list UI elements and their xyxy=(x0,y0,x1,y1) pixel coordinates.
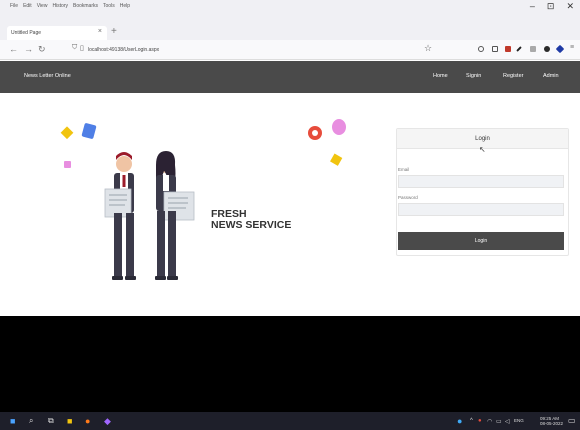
tab-strip: Untitled Page × + xyxy=(0,12,580,40)
nav-home[interactable]: Home xyxy=(433,73,448,79)
email-field[interactable] xyxy=(398,175,564,188)
url-text: localhost:49138/UserLogin.aspx xyxy=(88,47,160,53)
menu-history[interactable]: History xyxy=(52,3,68,9)
language-indicator[interactable]: ENG xyxy=(514,418,524,423)
nav-admin[interactable]: Admin xyxy=(543,73,559,79)
menu-tools[interactable]: Tools xyxy=(103,3,115,9)
firefox-icon[interactable]: ● xyxy=(85,416,90,426)
password-field[interactable] xyxy=(398,203,564,216)
new-tab-button[interactable]: + xyxy=(111,26,117,37)
volume-icon[interactable]: ◁ xyxy=(505,418,510,425)
visual-studio-icon[interactable]: ◆ xyxy=(104,416,111,427)
extension-dark-icon[interactable] xyxy=(544,46,550,52)
search-icon[interactable]: ⌕ xyxy=(29,416,33,426)
battery-icon[interactable]: ▭ xyxy=(496,418,502,425)
login-button[interactable]: Login xyxy=(398,232,564,250)
taskbar: ■ ⌕ ⧉ ■ ● ◆ ● ^ ● ◠ ▭ ◁ ENG 09:25 AM 08-… xyxy=(0,412,580,430)
file-explorer-icon[interactable]: ■ xyxy=(67,416,72,426)
reader-icon[interactable] xyxy=(492,46,498,52)
page-icon: ▯ xyxy=(80,45,84,52)
menu-bookmarks[interactable]: Bookmarks xyxy=(73,3,98,9)
hero-title: FRESH NEWS SERVICE xyxy=(211,209,291,231)
shield-icon: ⛉ xyxy=(72,44,78,51)
menu-view[interactable]: View xyxy=(37,3,48,9)
browser-toolbar: ← → ↻ ⛉ ▯ localhost:49138/UserLogin.aspx… xyxy=(0,40,580,60)
window-controls: – ⊡ ✕ xyxy=(530,1,574,12)
menu-edit[interactable]: Edit xyxy=(23,3,32,9)
tray-chevron-icon[interactable]: ^ xyxy=(470,418,473,424)
site-header: News Letter Online Home Signin Register … xyxy=(0,61,580,93)
clock[interactable]: 09:25 AM 08-05-2022 xyxy=(540,416,563,426)
minimize-button[interactable]: – xyxy=(530,1,535,12)
nav-signin[interactable]: Signin xyxy=(466,73,481,79)
hero-title-line2: NEWS SERVICE xyxy=(211,219,292,231)
clock-date: 08-05-2022 xyxy=(540,421,564,426)
maximize-button[interactable]: ⊡ xyxy=(547,1,555,12)
pocket-icon[interactable] xyxy=(478,46,484,52)
forward-icon[interactable]: → xyxy=(24,44,33,54)
extension-red-icon[interactable] xyxy=(505,46,511,52)
login-card: Login ↖ Email Password Login xyxy=(396,128,569,256)
email-label: Email xyxy=(398,167,410,172)
address-bar[interactable]: ⛉ ▯ localhost:49138/UserLogin.aspx xyxy=(70,43,440,57)
menu-file[interactable]: File xyxy=(10,3,18,9)
extension-gray-icon[interactable] xyxy=(530,46,536,52)
tab-title: Untitled Page xyxy=(11,30,42,36)
back-icon[interactable]: ← xyxy=(9,44,18,54)
mouse-cursor-icon: ↖ xyxy=(479,145,486,154)
tab-close-icon[interactable]: × xyxy=(98,28,102,35)
menu-help[interactable]: Help xyxy=(120,3,130,9)
password-label: Password xyxy=(398,195,418,200)
task-view-icon[interactable]: ⧉ xyxy=(48,416,54,426)
weather-icon[interactable]: ● xyxy=(457,416,462,426)
tray-app-icon[interactable]: ● xyxy=(478,418,482,424)
pen-icon[interactable] xyxy=(516,46,522,52)
app-window: File Edit View History Bookmarks Tools H… xyxy=(0,0,580,430)
close-window-button[interactable]: ✕ xyxy=(566,1,574,12)
menu-hamburger-icon[interactable]: ≡ xyxy=(570,44,574,51)
wifi-icon[interactable]: ◠ xyxy=(487,418,492,425)
extension-blue-icon[interactable] xyxy=(555,44,565,54)
notifications-icon[interactable]: ▭ xyxy=(568,416,576,425)
bookmark-star-icon[interactable]: ☆ xyxy=(424,43,432,54)
browser-menubar: File Edit View History Bookmarks Tools H… xyxy=(0,0,580,12)
browser-tab[interactable]: Untitled Page × xyxy=(7,26,107,40)
windows-start-icon[interactable]: ■ xyxy=(10,416,15,426)
reload-icon[interactable]: ↻ xyxy=(38,44,46,55)
site-brand[interactable]: News Letter Online xyxy=(24,73,71,79)
nav-register[interactable]: Register xyxy=(503,73,523,79)
blank-panel xyxy=(0,316,580,412)
